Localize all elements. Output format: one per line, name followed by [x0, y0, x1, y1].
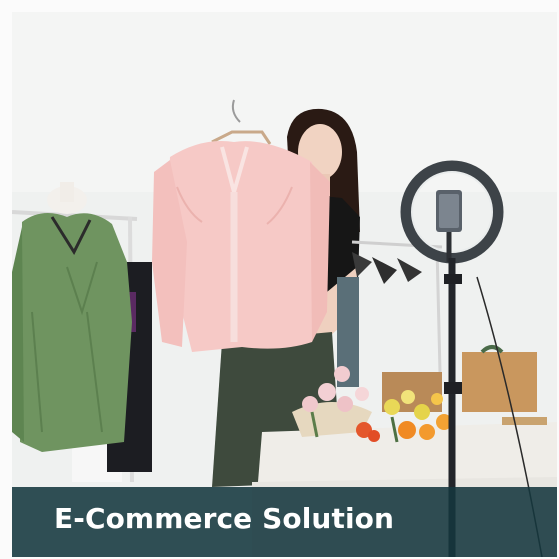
photo-illustration: [12, 12, 557, 557]
solution-title[interactable]: E-Commerce Solution: [54, 502, 394, 535]
solution-card[interactable]: E-Commerce Solution: [0, 0, 559, 559]
hero-photo: [12, 12, 557, 557]
